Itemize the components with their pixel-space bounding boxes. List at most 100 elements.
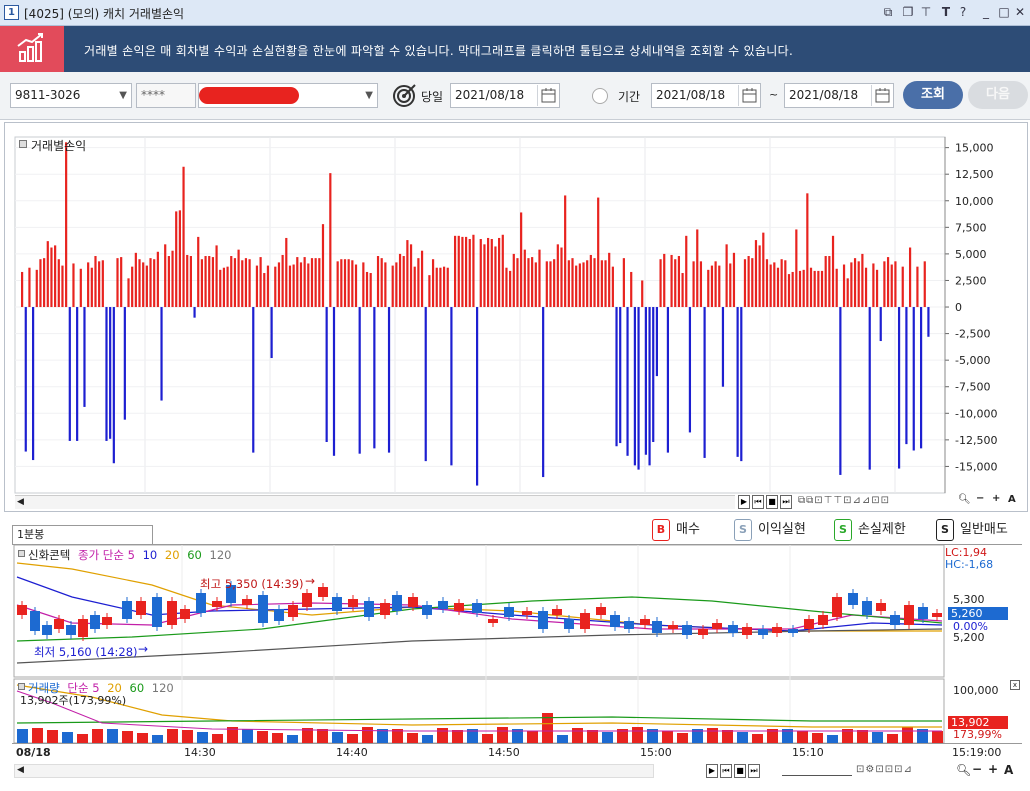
pnl-bar[interactable] — [556, 244, 559, 308]
pnl-bar[interactable] — [560, 247, 563, 308]
volume-bar[interactable] — [422, 735, 433, 743]
pnl-bar[interactable] — [79, 268, 82, 308]
pnl-bar[interactable] — [652, 307, 655, 442]
candle-body[interactable] — [742, 627, 752, 635]
pnl-bar[interactable] — [564, 195, 567, 308]
pnl-bar[interactable] — [538, 249, 541, 308]
pnl-bar[interactable] — [864, 267, 868, 308]
volume-bar[interactable] — [857, 730, 868, 743]
pnl-bar[interactable] — [105, 307, 108, 441]
pnl-bar[interactable] — [681, 273, 684, 308]
pnl-bar[interactable] — [43, 258, 46, 308]
volume-bar[interactable] — [437, 728, 448, 743]
pnl-bar[interactable] — [670, 254, 673, 308]
pnl-bar[interactable] — [479, 239, 482, 308]
volume-bar[interactable] — [662, 731, 673, 743]
pnl-bar[interactable] — [897, 307, 901, 469]
pnl-bar[interactable] — [380, 258, 383, 308]
pnl-bar[interactable] — [142, 262, 145, 308]
pnl-bar[interactable] — [608, 252, 611, 308]
scroll-left-icon[interactable]: ◀ — [17, 497, 24, 507]
candle-body[interactable] — [422, 605, 432, 615]
candle-body[interactable] — [624, 621, 634, 629]
pnl-bar[interactable] — [362, 262, 365, 308]
pnl-bar[interactable] — [527, 258, 530, 308]
candle-body[interactable] — [196, 593, 206, 613]
candle-body[interactable] — [392, 595, 402, 611]
pnl-bar[interactable] — [61, 265, 64, 308]
pnl-bar[interactable] — [263, 273, 266, 308]
pnl-bar[interactable] — [802, 269, 805, 308]
pnl-bar[interactable] — [167, 256, 170, 308]
pnl-bar[interactable] — [76, 307, 79, 441]
volume-bar[interactable] — [287, 735, 298, 743]
pnl-bar[interactable] — [718, 265, 721, 308]
pnl-bar[interactable] — [644, 307, 647, 455]
pnl-bar[interactable] — [520, 212, 523, 308]
pnl-bar[interactable] — [244, 258, 248, 308]
pnl-bar[interactable] — [575, 265, 578, 308]
volume-bar[interactable] — [92, 729, 103, 743]
candle-body[interactable] — [918, 607, 928, 619]
candle-body[interactable] — [504, 607, 514, 617]
volume-bar[interactable] — [122, 731, 133, 743]
pnl-bar[interactable] — [611, 266, 614, 308]
candle-body[interactable] — [318, 587, 328, 597]
pnl-bar[interactable] — [28, 267, 31, 308]
candle-body[interactable] — [712, 623, 722, 629]
stop-icon[interactable]: ■ — [766, 495, 778, 509]
scroll-right-icon[interactable]: ▶ — [738, 495, 750, 509]
pnl-bar[interactable] — [512, 253, 515, 308]
pnl-bar[interactable] — [516, 258, 519, 308]
volume-bar[interactable] — [332, 732, 343, 743]
pnl-bar[interactable] — [648, 307, 651, 466]
pnl-bar[interactable] — [905, 307, 908, 445]
volume-bar[interactable] — [77, 734, 88, 743]
pnl-bar[interactable] — [703, 307, 706, 458]
pnl-bar[interactable] — [351, 260, 354, 308]
pnl-bar[interactable] — [237, 249, 240, 308]
pnl-bar[interactable] — [193, 307, 196, 318]
pnl-bar[interactable] — [655, 307, 658, 377]
pnl-bar[interactable] — [219, 269, 222, 308]
pnl-bar[interactable] — [200, 259, 203, 308]
pnl-bar[interactable] — [376, 256, 380, 308]
pnl-bar[interactable] — [145, 265, 148, 308]
pnl-bar[interactable] — [274, 266, 277, 308]
pnl-bar[interactable] — [593, 258, 596, 308]
pnl-bar[interactable] — [65, 142, 68, 308]
pnl-bar[interactable] — [490, 239, 493, 308]
pnl-bar[interactable] — [798, 270, 802, 308]
pnl-bar[interactable] — [674, 259, 677, 308]
volume-bar[interactable] — [812, 733, 823, 743]
candle-body[interactable] — [564, 619, 574, 629]
next-button[interactable]: 다음 — [968, 81, 1028, 109]
pnl-bar[interactable] — [586, 260, 589, 308]
pnl-bar[interactable] — [39, 259, 42, 308]
pnl-bar[interactable] — [589, 254, 592, 308]
pnl-bar[interactable] — [534, 262, 537, 308]
volume-bar[interactable] — [722, 730, 733, 743]
pnl-bar[interactable] — [468, 239, 471, 308]
pnl-bar[interactable] — [476, 307, 479, 486]
pin-icon[interactable]: ⊤ — [918, 4, 934, 20]
pnl-bar[interactable] — [875, 269, 879, 308]
pnl-bar[interactable] — [35, 269, 38, 308]
pnl-bar[interactable] — [266, 265, 270, 308]
pnl-bar[interactable] — [325, 307, 328, 442]
candle-body[interactable] — [580, 613, 590, 629]
pnl-bar[interactable] — [321, 224, 325, 308]
pnl-bar[interactable] — [336, 261, 339, 308]
pnl-bar[interactable] — [494, 246, 497, 308]
pnl-bar[interactable] — [523, 249, 526, 308]
candle-body[interactable] — [472, 603, 482, 613]
pnl-bar[interactable] — [120, 257, 123, 308]
pnl-bar[interactable] — [204, 256, 207, 308]
pnl-bar[interactable] — [83, 307, 86, 407]
pnl-bar[interactable] — [736, 307, 739, 457]
pnl-bar[interactable] — [853, 258, 857, 308]
volume-bar[interactable] — [347, 734, 358, 743]
pnl-bar[interactable] — [699, 261, 703, 308]
pnl-bar[interactable] — [299, 262, 303, 308]
candle-body[interactable] — [488, 619, 498, 623]
